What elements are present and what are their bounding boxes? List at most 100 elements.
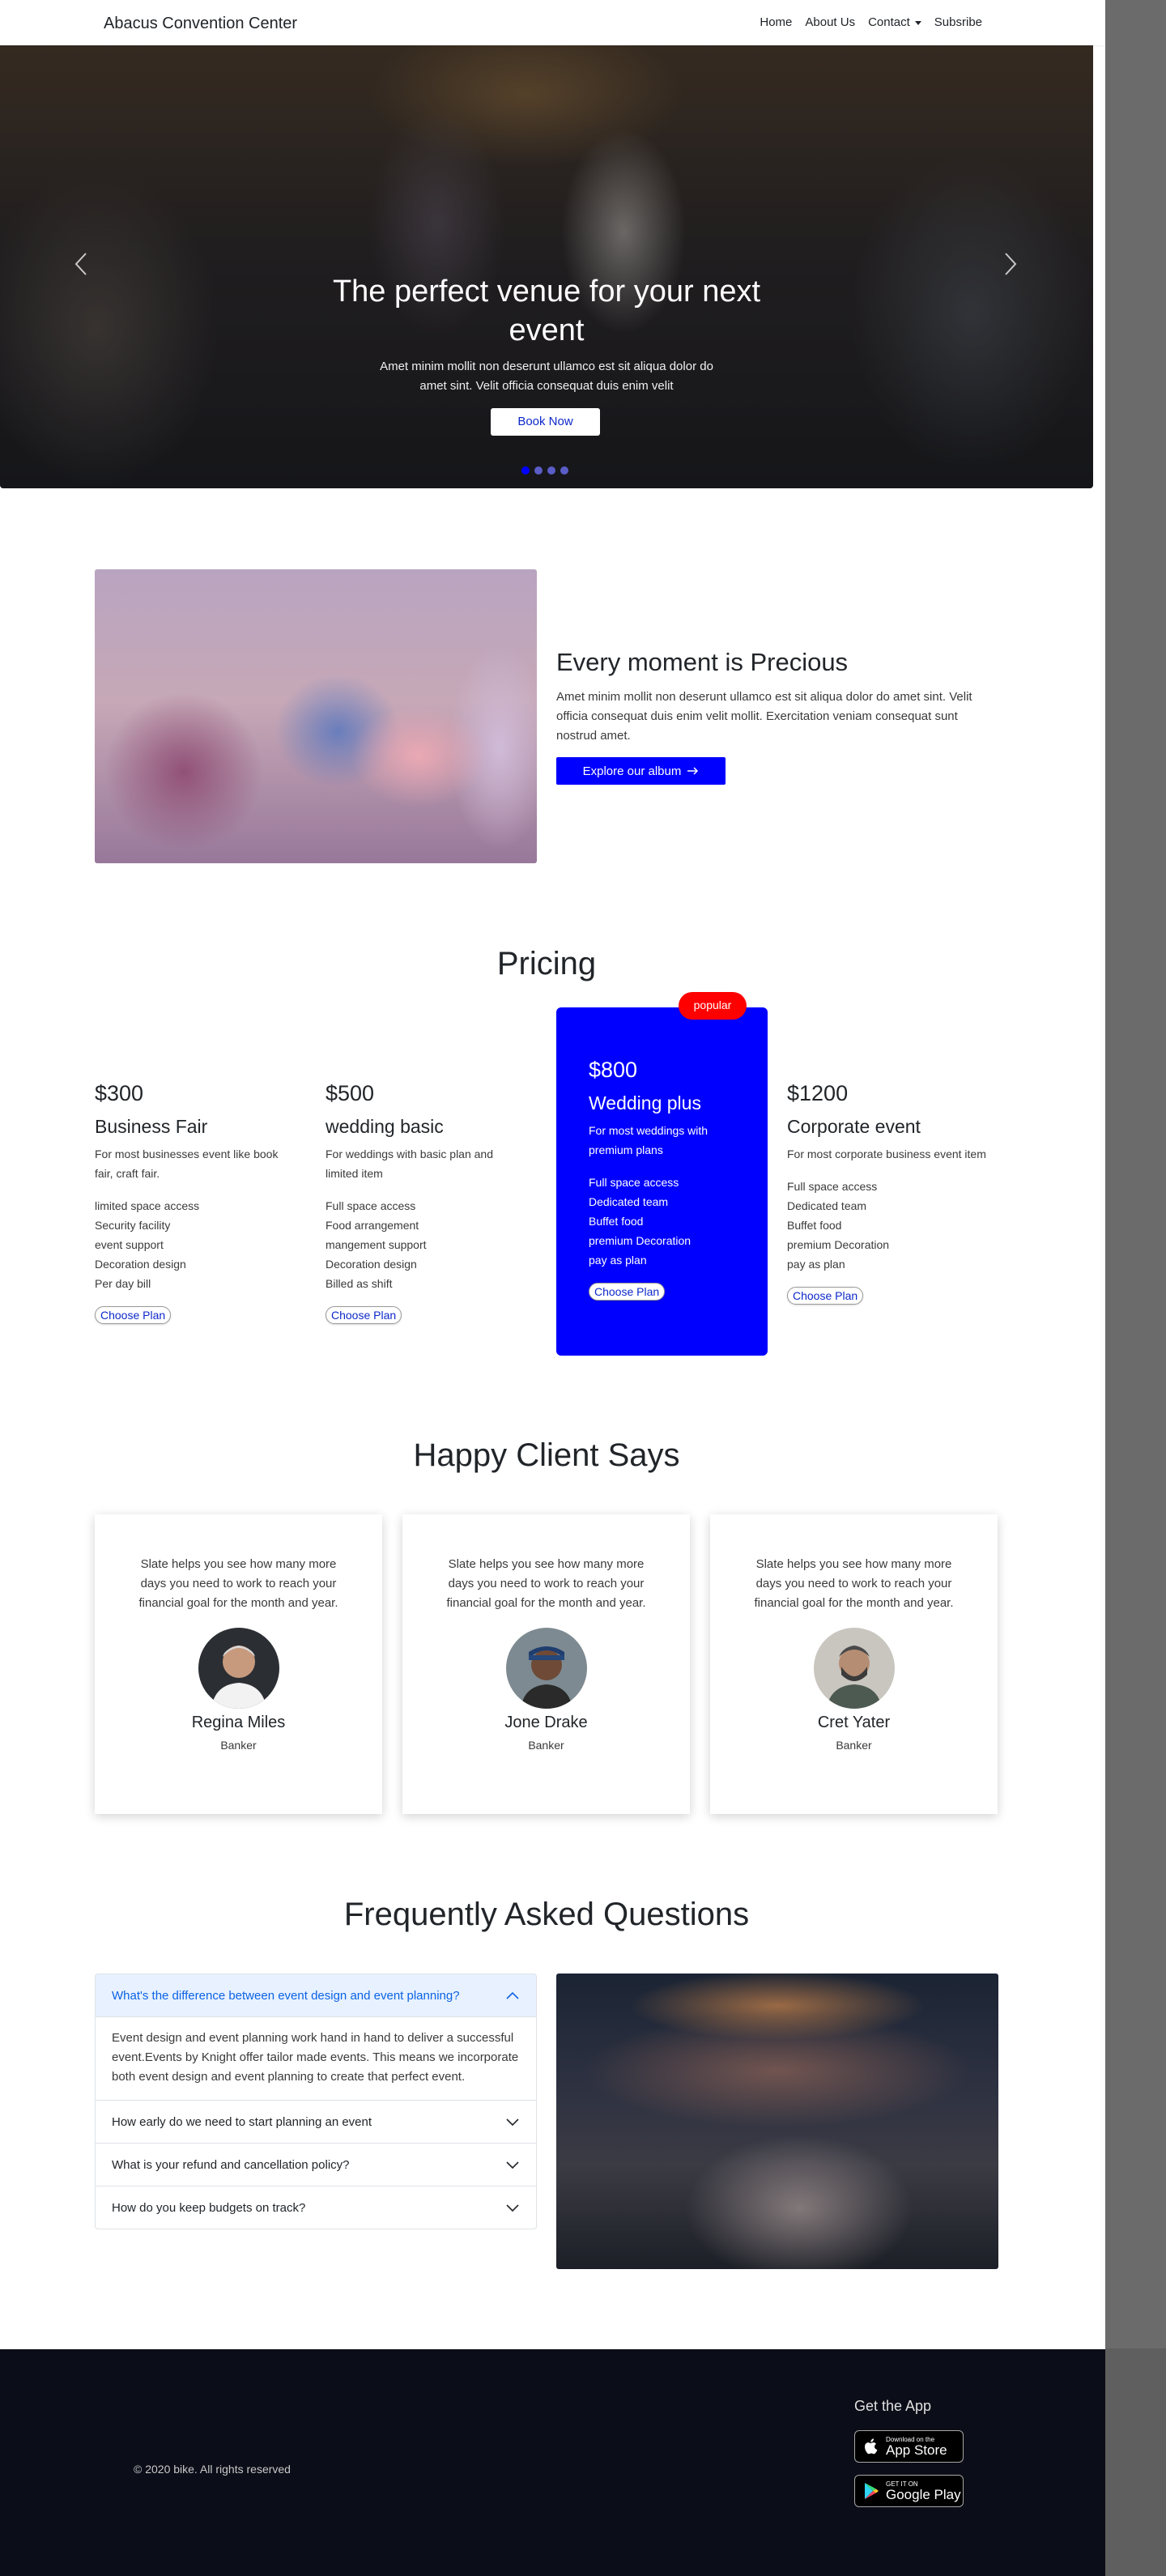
hero-carousel: The perfect venue for your next event Am… <box>0 45 1093 488</box>
avatar <box>505 1628 587 1709</box>
nav-contact-dropdown[interactable]: Contact <box>868 15 921 29</box>
faq-title: Frequently Asked Questions <box>343 1897 750 1932</box>
plan-features: Full space access Food arrangement mange… <box>326 1196 528 1293</box>
plan-features: Full space access Dedicated team Buffet … <box>787 1177 989 1274</box>
plan-card-featured: $800 Wedding plus For most weddings with… <box>556 1007 768 1356</box>
faq-item: How do you keep budgets on track? <box>96 2186 536 2229</box>
page: Abacus Convention Center Home About Us C… <box>0 0 1105 2576</box>
testimonial-name: Regina Miles <box>191 1714 286 1731</box>
arrow-right-icon <box>687 767 699 775</box>
plan-features: Full space access Dedicated team Buffet … <box>589 1173 735 1270</box>
faq-question: What is your refund and cancellation pol… <box>112 2157 350 2172</box>
plan-feature: premium Decoration <box>787 1238 890 1251</box>
plan-feature: Decoration design <box>326 1258 417 1271</box>
nav-links: Home About Us Contact Subsribe <box>760 15 982 29</box>
avatar <box>198 1628 279 1709</box>
popular-badge: popular <box>679 992 747 1020</box>
plan-card: $1200 Corporate event For most corporate… <box>787 1081 989 1305</box>
app-store-text: Download on the App Store <box>886 2436 947 2458</box>
carousel-dot[interactable] <box>534 466 543 475</box>
plan-price: $800 <box>589 1058 638 1082</box>
explore-album-label: Explore our album <box>582 764 682 778</box>
scrollbar-track[interactable] <box>1105 0 1166 2576</box>
testimonial-card: Slate helps you see how many more days y… <box>95 1514 382 1814</box>
brand-link[interactable]: Abacus Convention Center <box>104 15 297 33</box>
plan-name: Wedding plus <box>589 1092 701 1113</box>
faq-answer: Event design and event planning work han… <box>112 2031 519 2084</box>
plan-price: $1200 <box>787 1081 849 1105</box>
plan-feature: mangement support <box>326 1238 427 1251</box>
plan-feature: Full space access <box>326 1199 416 1212</box>
about-image <box>95 569 537 863</box>
plan-feature: Full space access <box>787 1180 878 1193</box>
scrollbar-thumb[interactable] <box>1105 2348 1166 2576</box>
carousel-dot[interactable] <box>560 466 568 475</box>
google-play-big: Google Play <box>886 2486 961 2502</box>
plan-name: Business Fair <box>95 1116 208 1137</box>
plan-feature: Food arrangement <box>326 1219 419 1232</box>
avatar <box>813 1628 895 1709</box>
nav-subscribe-link[interactable]: Subsribe <box>934 15 982 29</box>
nav-home-link[interactable]: Home <box>760 15 792 29</box>
footer: © 2020 bike. All rights reserved Get the… <box>0 2349 1105 2576</box>
faq-question: What's the difference between event desi… <box>112 1988 460 2003</box>
faq-item: What's the difference between event desi… <box>96 1974 536 2101</box>
faq-accordion: What's the difference between event desi… <box>95 1974 537 2229</box>
faq-image <box>556 1974 998 2269</box>
plan-feature: limited space access <box>95 1199 200 1212</box>
faq-question-button[interactable]: How early do we need to start planning a… <box>96 2101 536 2143</box>
get-app-heading: Get the App <box>854 2398 932 2414</box>
about-text: Amet minim mollit non deserunt ullamco e… <box>556 690 972 743</box>
explore-album-button[interactable]: Explore our album <box>556 757 726 785</box>
chevron-left-icon[interactable] <box>73 252 89 276</box>
carousel-dot[interactable] <box>547 466 555 475</box>
hero-title: The perfect venue for your next event <box>332 275 761 347</box>
faq-question: How early do we need to start planning a… <box>112 2114 372 2129</box>
faq-question-button[interactable]: How do you keep budgets on track? <box>96 2186 536 2229</box>
book-now-button[interactable]: Book Now <box>491 408 600 436</box>
chevron-down-icon <box>506 2161 519 2169</box>
chevron-down-icon <box>506 2204 519 2212</box>
plan-name: wedding basic <box>326 1116 444 1137</box>
plan-feature: premium Decoration <box>589 1234 692 1247</box>
testimonial-quote: Slate helps you see how many more days y… <box>754 1557 954 1610</box>
choose-plan-button[interactable]: Choose Plan <box>589 1283 666 1301</box>
plan-feature: Full space access <box>589 1176 679 1189</box>
choose-plan-button[interactable]: Choose Plan <box>95 1306 172 1324</box>
testimonial-role: Banker <box>528 1739 564 1752</box>
testimonial-role: Banker <box>220 1739 257 1752</box>
carousel-dot[interactable] <box>521 466 530 475</box>
apple-icon <box>865 2438 878 2455</box>
plan-feature: Per day bill <box>95 1277 151 1290</box>
plan-name: Corporate event <box>787 1116 921 1137</box>
google-play-button[interactable]: GET IT ON Google Play <box>854 2475 964 2507</box>
plan-desc: For weddings with basic plan and limited… <box>326 1147 494 1180</box>
plan-feature: Buffet food <box>787 1219 842 1232</box>
plan-desc: For most corporate business event item <box>787 1147 986 1160</box>
testimonial-name: Jone Drake <box>504 1714 588 1731</box>
caret-down-icon <box>914 20 921 25</box>
plan-card: $500 wedding basic For weddings with bas… <box>326 1081 528 1324</box>
nav-about-link[interactable]: About Us <box>805 15 855 29</box>
faq-question-button[interactable]: What's the difference between event desi… <box>96 1974 536 2017</box>
plan-feature: Buffet food <box>589 1215 644 1228</box>
choose-plan-button[interactable]: Choose Plan <box>787 1287 864 1305</box>
chevron-right-icon[interactable] <box>1002 252 1019 276</box>
plan-features: limited space access Security facility e… <box>95 1196 297 1293</box>
about-title: Every moment is Precious <box>556 648 849 676</box>
choose-plan-button[interactable]: Choose Plan <box>326 1306 402 1324</box>
chevron-down-icon <box>506 2118 519 2127</box>
plan-feature: pay as plan <box>787 1258 845 1271</box>
plan-card: $300 Business Fair For most businesses e… <box>95 1081 297 1324</box>
app-store-button[interactable]: Download on the App Store <box>854 2430 964 2463</box>
plan-feature: Dedicated team <box>787 1199 867 1212</box>
testimonial-quote: Slate helps you see how many more days y… <box>446 1557 646 1610</box>
faq-item: What is your refund and cancellation pol… <box>96 2144 536 2186</box>
app-store-big: App Store <box>886 2442 947 2458</box>
testimonials-title: Happy Client Says <box>413 1437 680 1473</box>
plan-feature: event support <box>95 1238 164 1251</box>
faq-question-button[interactable]: What is your refund and cancellation pol… <box>96 2144 536 2186</box>
plan-price: $500 <box>326 1081 375 1105</box>
navbar: Abacus Convention Center Home About Us C… <box>0 0 1105 45</box>
plan-feature: Dedicated team <box>589 1195 669 1208</box>
